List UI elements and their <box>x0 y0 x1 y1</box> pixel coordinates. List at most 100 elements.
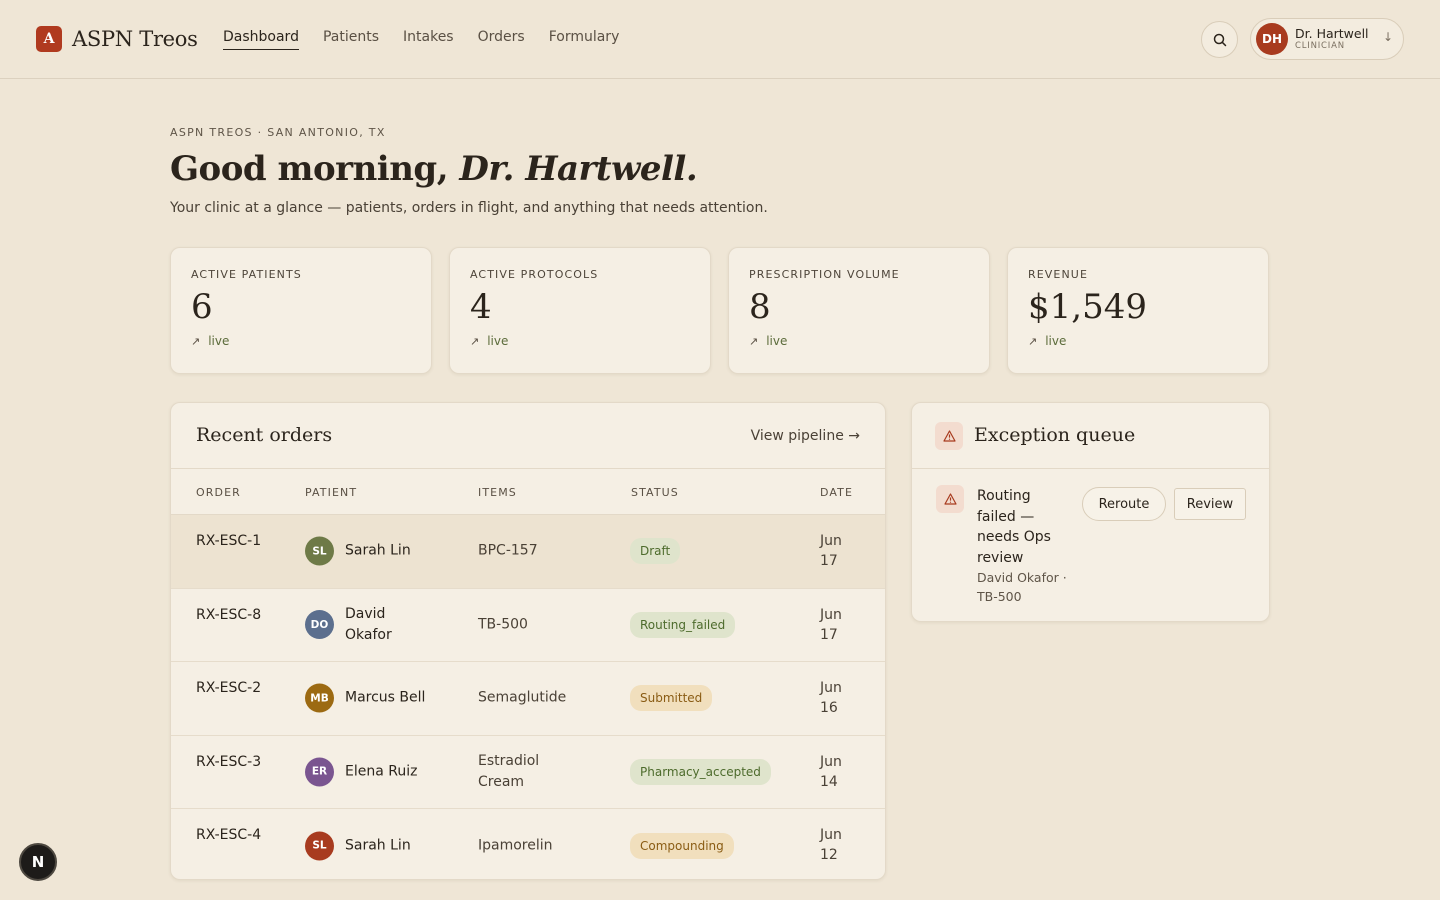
status-cell: Submitted <box>630 685 713 712</box>
order-items: BPC-157 <box>478 542 538 559</box>
stat-label: PRESCRIPTION VOLUME <box>749 268 900 281</box>
avatar: DH <box>1256 23 1288 55</box>
stat-label: ACTIVE PATIENTS <box>191 268 302 281</box>
status-cell: Draft <box>630 538 681 565</box>
arrow-up-right-icon: ↗ <box>470 334 480 348</box>
brand-logo: A <box>36 26 62 52</box>
patient-name: Marcus Bell <box>345 689 426 706</box>
avatar: SL <box>305 536 334 566</box>
stat-value: 8 <box>749 287 771 327</box>
order-date: Jun 17 <box>820 533 842 569</box>
status-badge: Compounding <box>630 832 734 859</box>
column-header-status[interactable]: STATUS <box>631 486 679 499</box>
user-name: Dr. Hartwell <box>1295 26 1369 41</box>
patient-cell: ER Elena Ruiz <box>305 757 435 787</box>
patient-name: Sarah Lin <box>345 542 411 559</box>
search-button[interactable] <box>1201 21 1238 58</box>
table-row[interactable]: RX-ESC-4 SL Sarah Lin Ipamorelin Compoun… <box>171 809 885 879</box>
brand-name: ASPN Treos <box>72 27 198 51</box>
exception-meta: David Okafor · TB-500 <box>977 570 1067 604</box>
patient-cell: SL Sarah Lin <box>305 536 435 566</box>
review-button[interactable]: Review <box>1174 488 1246 520</box>
nav-patients[interactable]: Patients <box>323 29 379 50</box>
order-date: Jun 17 <box>820 606 842 643</box>
nav-orders[interactable]: Orders <box>478 29 525 50</box>
status-cell: Routing_failed <box>630 611 736 638</box>
column-header-items[interactable]: ITEMS <box>478 486 517 499</box>
brand[interactable]: A ASPN Treos <box>36 26 198 52</box>
panel-title: Recent orders <box>196 424 333 446</box>
stat-value: 6 <box>191 287 213 327</box>
user-text: Dr. Hartwell CLINICIAN <box>1295 26 1369 51</box>
stat-trend-label: live <box>1045 334 1067 349</box>
column-header-date[interactable]: DATE <box>820 486 853 499</box>
patient-name: David Okafor <box>345 605 392 643</box>
table-row[interactable]: RX-ESC-3 ER Elena Ruiz Estradiol Cream P… <box>171 736 885 809</box>
order-date: Jun 14 <box>820 753 842 790</box>
stat-value: 4 <box>470 287 492 327</box>
status-cell: Compounding <box>630 832 734 859</box>
user-menu[interactable]: DH Dr. Hartwell CLINICIAN ↓ <box>1250 18 1404 60</box>
stat-card-active-protocols: ACTIVE PROTOCOLS 4 ↗ live <box>449 247 711 374</box>
patient-cell: SL Sarah Lin <box>305 831 435 861</box>
order-id: RX-ESC-8 <box>196 606 262 623</box>
main-nav: Dashboard Patients Intakes Orders Formul… <box>223 29 619 50</box>
status-badge: Pharmacy_accepted <box>630 758 771 785</box>
nav-formulary[interactable]: Formulary <box>549 29 620 50</box>
stat-value: $1,549 <box>1028 287 1147 327</box>
stat-trend-label: live <box>766 334 788 349</box>
table-row[interactable]: RX-ESC-2 MB Marcus Bell Semaglutide Subm… <box>171 662 885 736</box>
table-row[interactable]: RX-ESC-1 SL Sarah Lin BPC-157 Draft Jun … <box>171 515 885 589</box>
order-date: Jun 12 <box>820 827 842 863</box>
status-badge: Draft <box>630 538 681 565</box>
arrow-up-right-icon: ↗ <box>191 334 201 348</box>
order-items: TB-500 <box>478 616 528 633</box>
exception-message: Routing failed — needs Ops review <box>977 488 1051 566</box>
warning-icon <box>936 485 964 513</box>
view-pipeline-link[interactable]: View pipeline → <box>751 428 860 444</box>
avatar: ER <box>305 757 334 787</box>
nav-intakes[interactable]: Intakes <box>403 29 454 50</box>
greeting-name: Dr. Hartwell. <box>459 149 698 189</box>
panel-header: Recent orders View pipeline → <box>171 403 885 469</box>
stat-trend-label: live <box>208 334 230 349</box>
reroute-button[interactable]: Reroute <box>1082 487 1166 521</box>
stat-trend-label: live <box>487 334 509 349</box>
recent-orders-panel: Recent orders View pipeline → ORDER PATI… <box>170 402 886 880</box>
column-header-order[interactable]: ORDER <box>196 486 241 499</box>
avatar: MB <box>305 683 334 713</box>
order-id: RX-ESC-4 <box>196 827 262 843</box>
order-id: RX-ESC-3 <box>196 753 262 770</box>
column-header-patient[interactable]: PATIENT <box>305 486 357 499</box>
search-icon <box>1213 33 1226 46</box>
order-date: Jun 16 <box>820 680 842 716</box>
nav-dashboard[interactable]: Dashboard <box>223 29 299 50</box>
patient-cell: MB Marcus Bell <box>305 683 435 713</box>
arrow-up-right-icon: ↗ <box>749 334 759 348</box>
page-title: Good morning, Dr. Hartwell. <box>170 149 698 189</box>
status-cell: Pharmacy_accepted <box>630 758 771 785</box>
table-row[interactable]: RX-ESC-8 DO David Okafor TB-500 Routing_… <box>171 589 885 662</box>
arrow-up-right-icon: ↗ <box>1028 334 1038 348</box>
user-role: CLINICIAN <box>1295 40 1345 51</box>
status-badge: Submitted <box>630 685 713 712</box>
greeting-prefix: Good morning, <box>170 149 449 189</box>
page-subtitle: Your clinic at a glance — patients, orde… <box>170 200 768 216</box>
chevron-down-icon: ↓ <box>1382 30 1393 44</box>
stat-label: REVENUE <box>1028 268 1088 281</box>
stat-card-active-patients: ACTIVE PATIENTS 6 ↗ live <box>170 247 432 374</box>
order-items: Semaglutide <box>478 689 567 706</box>
status-badge: Routing_failed <box>630 611 736 638</box>
exception-queue-panel: Exception queue Routing failed — needs O… <box>911 402 1270 622</box>
floating-dev-button[interactable]: N <box>19 843 57 881</box>
panel-title: Exception queue <box>974 424 1136 446</box>
top-bar: A ASPN Treos Dashboard Patients Intakes … <box>0 0 1440 79</box>
stat-label: ACTIVE PROTOCOLS <box>470 268 599 281</box>
avatar: SL <box>305 831 334 861</box>
stat-trend: ↗ live <box>470 334 690 348</box>
order-items: Ipamorelin <box>478 837 553 854</box>
stat-trend: ↗ live <box>191 334 411 348</box>
location-eyebrow: ASPN TREOS · SAN ANTONIO, TX <box>170 126 386 139</box>
patient-name: Sarah Lin <box>345 837 411 854</box>
stat-card-revenue: REVENUE $1,549 ↗ live <box>1007 247 1269 374</box>
